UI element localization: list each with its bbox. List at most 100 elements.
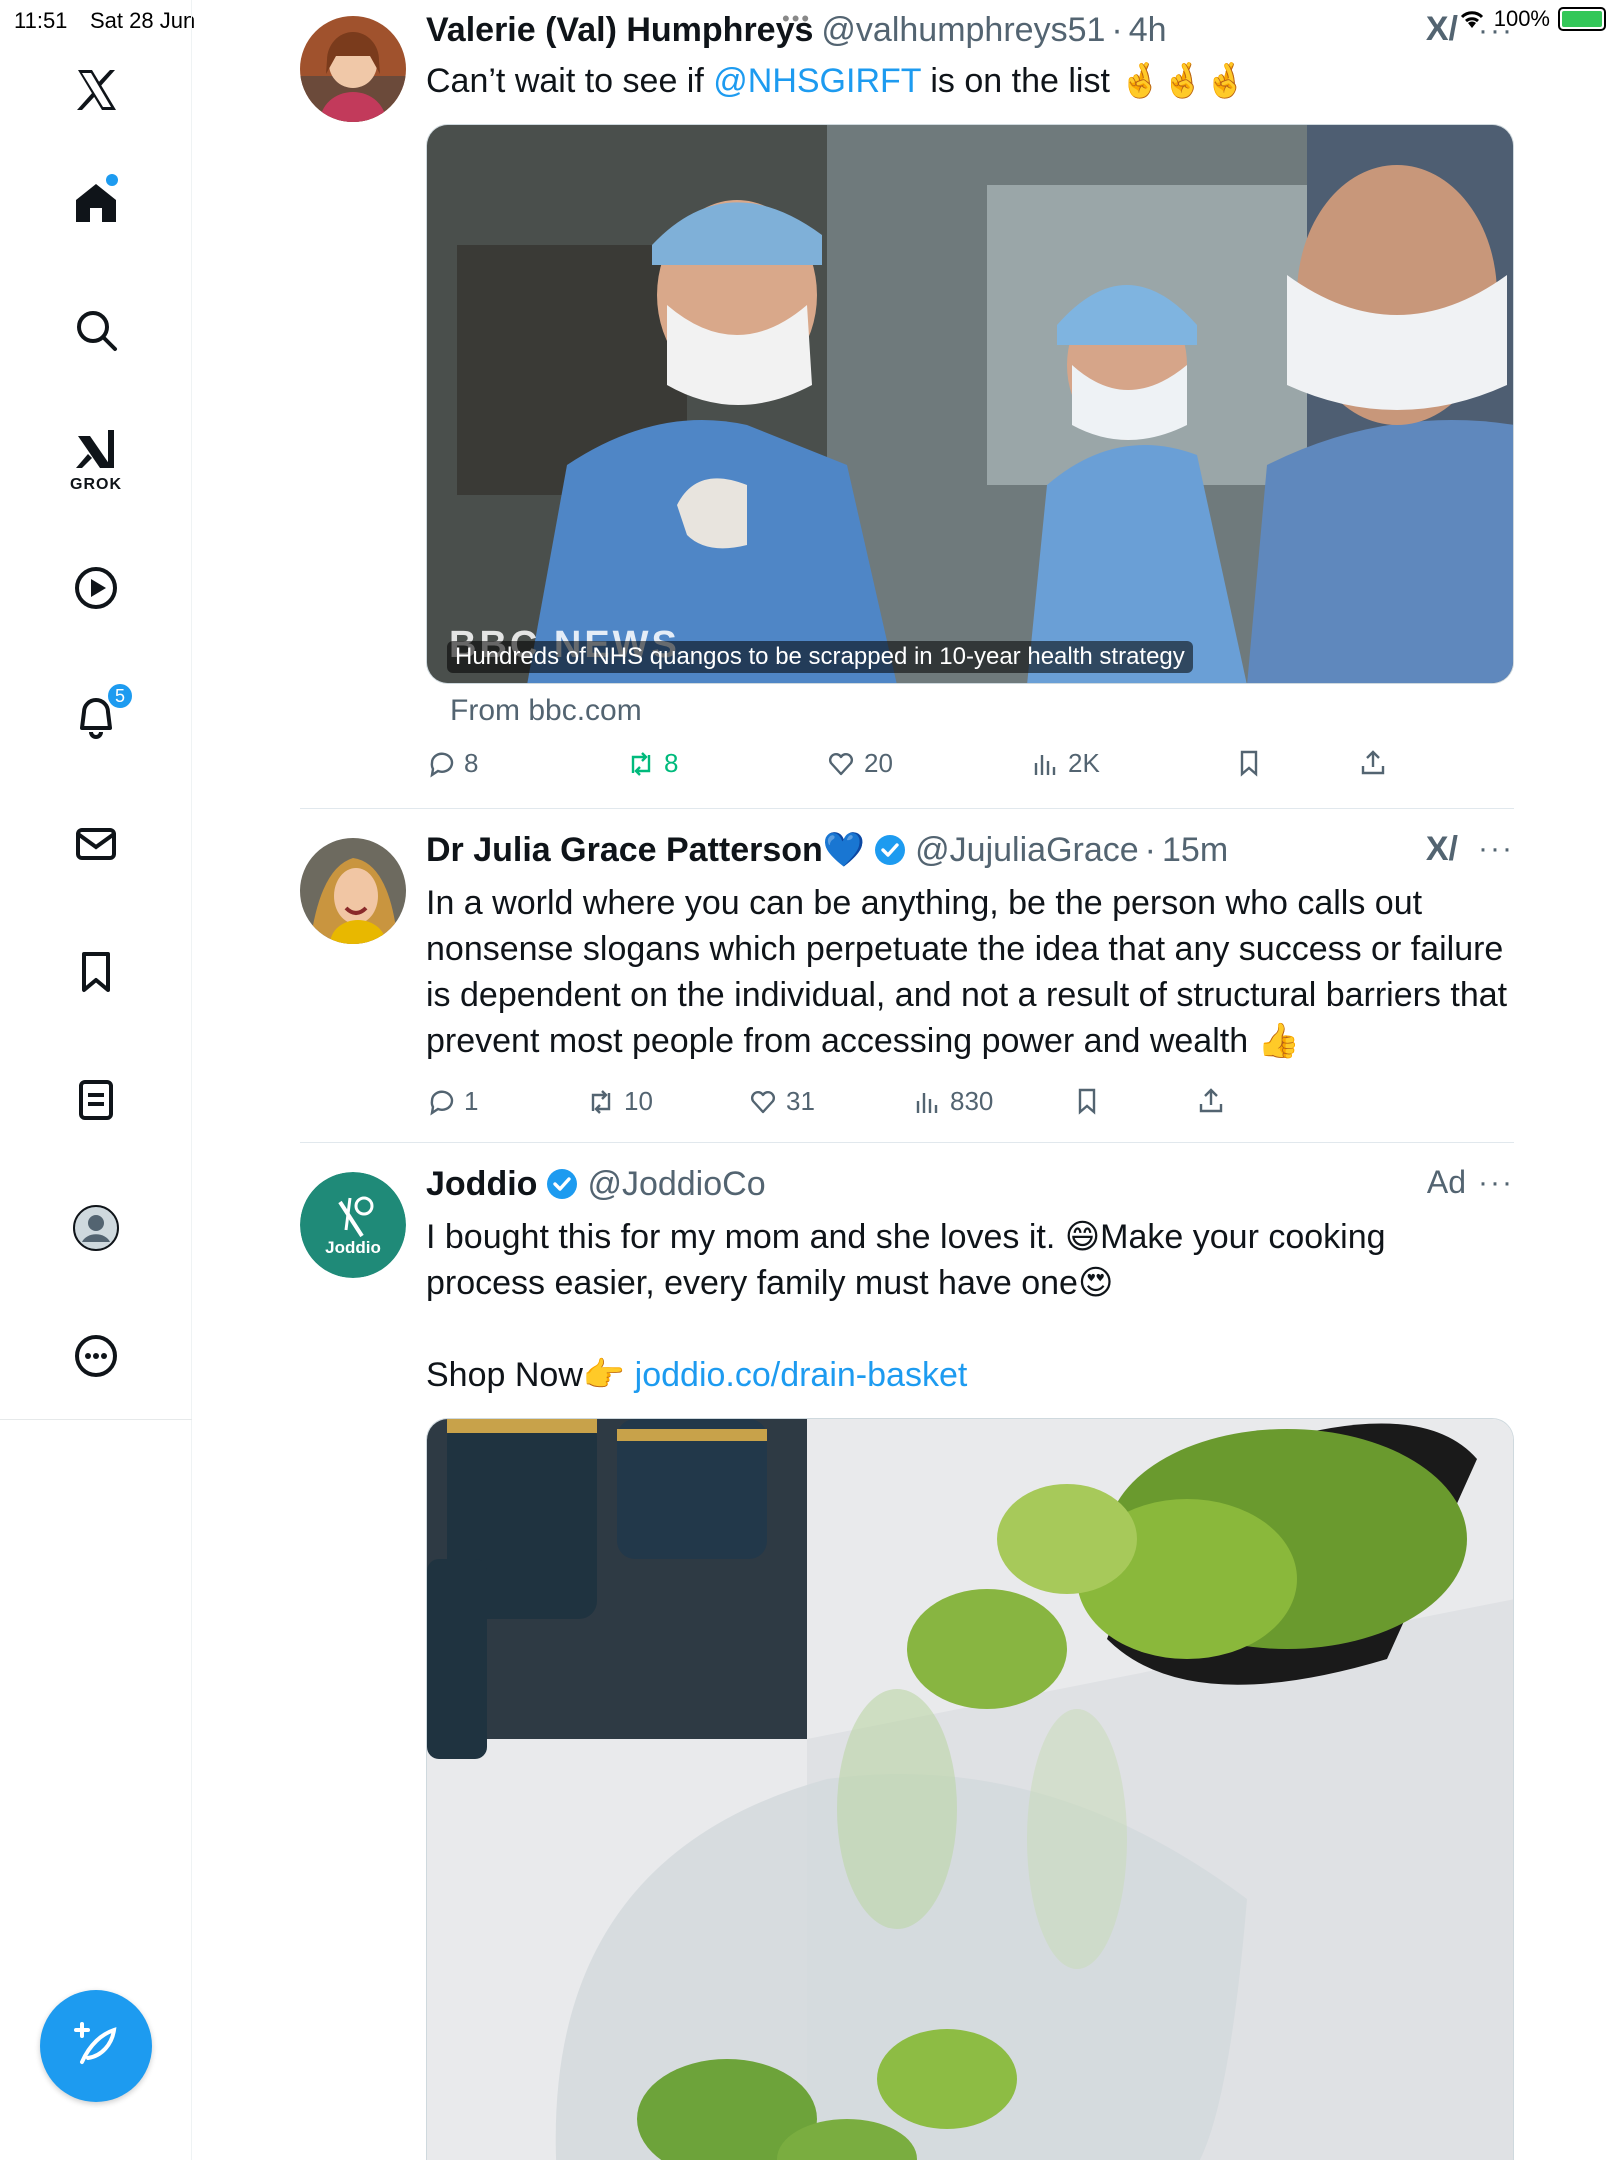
- reply-icon: [430, 752, 454, 778]
- link-source[interactable]: From bbc.com: [450, 694, 642, 728]
- compose-feather-icon: [74, 2022, 117, 2064]
- heart-icon: [828, 752, 854, 775]
- tweet-divider: [300, 1142, 1514, 1143]
- author-handle[interactable]: @valhumphreys51: [821, 11, 1105, 50]
- bookmark-button[interactable]: [1072, 1086, 1102, 1116]
- action-bar: 1 10 31 830: [426, 1086, 1514, 1126]
- reply-icon: [430, 1090, 454, 1116]
- avatar[interactable]: Joddio: [300, 1172, 406, 1278]
- more-options-icon[interactable]: ···: [1478, 14, 1514, 48]
- sidebar-item-lists[interactable]: [46, 1060, 146, 1140]
- views-count: 2K: [1068, 748, 1100, 778]
- tweet-card[interactable]: Dr Julia Grace Patterson💙 @JujuliaGrace …: [300, 810, 1514, 1142]
- author-name[interactable]: Dr Julia Grace Patterson💙: [426, 830, 865, 870]
- share-button[interactable]: [1358, 748, 1388, 778]
- x-logo-icon[interactable]: [46, 50, 146, 130]
- avatar[interactable]: [300, 838, 406, 944]
- grok-explain-icon[interactable]: X/: [1426, 10, 1458, 49]
- bookmark-icon: [1240, 750, 1258, 777]
- author-name[interactable]: Valerie (Val) Humphreys: [426, 11, 813, 50]
- more-circle-icon: [75, 1335, 117, 1377]
- sidebar: GROK 5: [0, 0, 192, 2160]
- tweet-text-line: I bought this for my mom and she loves i…: [426, 1218, 1386, 1256]
- repost-button[interactable]: 10: [586, 1086, 653, 1117]
- tweet-text-part: Can’t wait to see if: [426, 62, 714, 100]
- sidebar-item-grok[interactable]: GROK: [46, 420, 146, 500]
- link-card-headline: Hundreds of NHS quangos to be scrapped i…: [447, 641, 1193, 673]
- reply-count: 8: [464, 748, 479, 778]
- tweet-text-line: Shop Now👉 joddio.co/drain-basket: [426, 1352, 1516, 1398]
- notifications-badge: 5: [106, 682, 134, 710]
- repost-count: 10: [624, 1086, 653, 1116]
- more-options-icon[interactable]: ···: [1478, 832, 1514, 866]
- sidebar-item-more[interactable]: [46, 1316, 146, 1396]
- compose-button[interactable]: [40, 1990, 152, 2102]
- tweet-text-part: is on the list 🤞🤞🤞: [920, 62, 1247, 100]
- share-icon: [1361, 750, 1385, 775]
- author-name[interactable]: Joddio: [426, 1165, 537, 1204]
- more-options-icon[interactable]: ···: [1478, 1166, 1514, 1200]
- link-card-image[interactable]: BBC NEWS Hundreds of NHS quangos to be s…: [426, 124, 1514, 684]
- views-icon: [1034, 754, 1056, 775]
- tweet-text-line: process easier, every family must have o…: [426, 1264, 1114, 1302]
- joddio-logo-text: Joddio: [325, 1238, 381, 1257]
- tweet-header: Joddio @JoddioCo: [426, 1162, 766, 1206]
- sidebar-item-profile[interactable]: [46, 1188, 146, 1268]
- tweet-divider: [300, 808, 1514, 809]
- grok-explain-icon[interactable]: X/: [1426, 830, 1458, 869]
- bookmark-icon: [1078, 1088, 1096, 1115]
- tweet-time[interactable]: 15m: [1162, 831, 1228, 870]
- ad-video[interactable]: [426, 1418, 1514, 2160]
- sidebar-item-home[interactable]: [46, 162, 146, 242]
- like-button[interactable]: 31: [748, 1086, 815, 1117]
- action-bar: 8 8 20 2K: [426, 748, 1514, 788]
- sidebar-item-messages[interactable]: [46, 804, 146, 884]
- separator-dot: ·: [1144, 830, 1156, 869]
- bookmark-button[interactable]: [1234, 748, 1264, 778]
- repost-icon: [631, 751, 651, 776]
- profile-avatar-icon: [73, 1205, 119, 1251]
- surgeons-photo: [427, 125, 1513, 683]
- repost-button[interactable]: 8: [626, 748, 678, 779]
- separator-dot: ·: [1111, 10, 1123, 49]
- broccoli-video-frame: [427, 1419, 1513, 2160]
- ad-tweet-card[interactable]: Joddio Joddio @JoddioCo Ad ··· I bought …: [300, 1144, 1514, 2160]
- share-button[interactable]: [1196, 1086, 1226, 1116]
- mention-link[interactable]: @NHSGIRFT: [713, 62, 921, 100]
- play-circle-icon: [75, 567, 117, 609]
- sidebar-item-video[interactable]: [46, 548, 146, 628]
- author-handle[interactable]: @JujuliaGrace: [915, 831, 1139, 870]
- views-icon: [916, 1092, 938, 1113]
- mail-icon: [76, 828, 116, 860]
- home-unread-dot: [106, 174, 118, 186]
- tweet-text: Can’t wait to see if @NHSGIRFT is on the…: [426, 58, 1516, 104]
- like-count: 31: [786, 1086, 815, 1116]
- views-button[interactable]: 830: [912, 1086, 993, 1117]
- sidebar-item-notifications[interactable]: 5: [46, 676, 146, 756]
- verified-badge-icon: [547, 1169, 578, 1199]
- bookmark-icon: [82, 952, 110, 992]
- tweet-text: In a world where you can be anything, be…: [426, 884, 1508, 1060]
- sidebar-item-explore[interactable]: [46, 290, 146, 370]
- tweet-header: Dr Julia Grace Patterson💙 @JujuliaGrace …: [426, 828, 1228, 872]
- tweet-time[interactable]: 4h: [1129, 11, 1167, 50]
- shop-link[interactable]: joddio.co/drain-basket: [635, 1356, 968, 1394]
- grok-label: GROK: [70, 476, 122, 493]
- like-count: 20: [864, 748, 893, 778]
- reply-button[interactable]: 1: [426, 1086, 478, 1117]
- avatar[interactable]: [300, 16, 406, 122]
- tweet-card[interactable]: Valerie (Val) Humphreys @valhumphreys51 …: [300, 0, 1514, 810]
- repost-icon: [591, 1089, 611, 1114]
- ad-label: Ad: [1426, 1164, 1466, 1200]
- heart-icon: [750, 1090, 776, 1113]
- like-button[interactable]: 20: [826, 748, 893, 779]
- shop-now-text: Shop Now👉: [426, 1356, 635, 1394]
- verified-badge-icon: [875, 835, 906, 865]
- views-button[interactable]: 2K: [1030, 748, 1100, 779]
- reply-button[interactable]: 8: [426, 748, 478, 779]
- sidebar-item-bookmarks[interactable]: [46, 932, 146, 1012]
- reply-count: 1: [464, 1086, 479, 1116]
- share-icon: [1199, 1088, 1223, 1113]
- author-handle[interactable]: @JoddioCo: [587, 1165, 765, 1204]
